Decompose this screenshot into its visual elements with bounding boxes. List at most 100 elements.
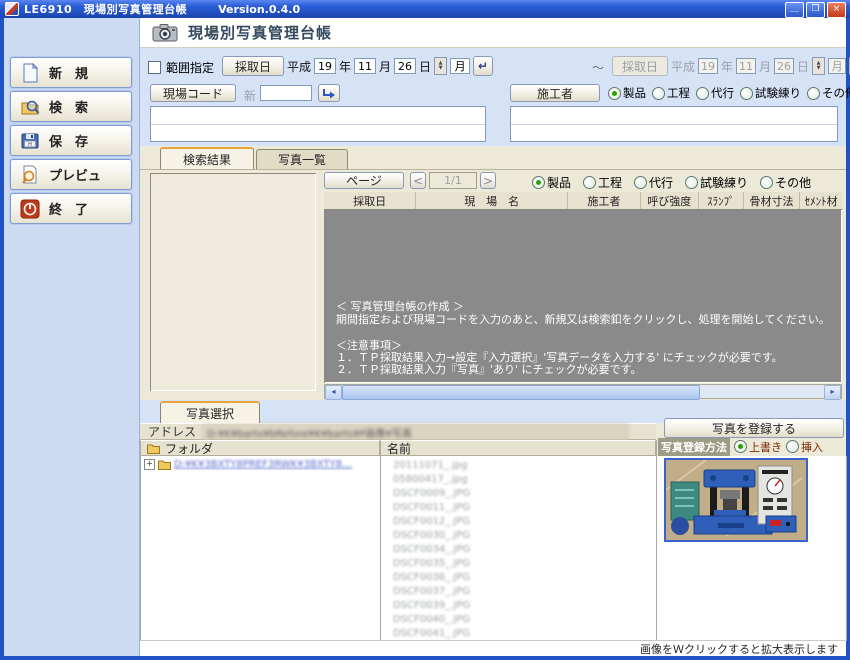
tilde-label: ～ xyxy=(592,59,604,76)
site-code-input[interactable] xyxy=(260,85,312,101)
file-row[interactable]: DSCF0037_.JPG xyxy=(393,585,657,599)
save-button[interactable]: H 保 存 xyxy=(10,125,132,156)
file-row[interactable]: DSCF0040_.JPG xyxy=(393,613,657,627)
note-2: ２．ＴＰ採取結果入力『写真』'あり' にチェックが必要です。 xyxy=(336,364,641,376)
method-overwrite[interactable]: 上書き xyxy=(734,439,782,455)
site-code-button[interactable]: 現場コード xyxy=(150,84,236,102)
horizontal-scrollbar[interactable]: ◂ ▸ xyxy=(324,384,842,399)
col-sample-date: 採取日 xyxy=(324,192,416,209)
results-category-product[interactable]: 製品 xyxy=(532,174,571,191)
method-insert[interactable]: 挿入 xyxy=(786,439,823,455)
radio-icon xyxy=(734,440,747,453)
year-to-input xyxy=(698,58,718,74)
page-next-button[interactable]: > xyxy=(480,172,496,189)
results-category-process[interactable]: 工程 xyxy=(583,174,622,191)
file-row[interactable]: 05800417_.jpg xyxy=(393,473,657,487)
col-contractor: 施工者 xyxy=(568,192,640,209)
month-unit: 月 xyxy=(379,58,391,75)
era-label: 平成 xyxy=(287,58,311,75)
contractor-button[interactable]: 施工者 xyxy=(510,84,600,102)
file-row[interactable]: DSCF0034_.JPG xyxy=(393,543,657,557)
close-button[interactable]: × xyxy=(827,2,846,18)
weekday-input[interactable] xyxy=(450,58,470,74)
minimize-button[interactable]: ＿ xyxy=(785,2,804,18)
filter-category-trial[interactable]: 試験練り xyxy=(740,85,801,101)
file-row[interactable]: DSCF0030_.JPG xyxy=(393,529,657,543)
date-enter-button[interactable]: ↵ xyxy=(473,56,493,76)
folder-tree-panel[interactable]: + D:¥K¥3BXTY8PREF3RWK¥3BXTY8… xyxy=(140,456,382,641)
radio-label: 上書き xyxy=(749,439,782,455)
file-row[interactable]: DSCF0036_.JPG xyxy=(393,571,657,585)
filter-category-product[interactable]: 製品 xyxy=(608,85,646,101)
field-divider xyxy=(511,124,837,125)
tab-photo-select[interactable]: 写真選択 xyxy=(160,401,260,423)
page-button[interactable]: ページ xyxy=(324,172,404,189)
tree-expander-icon[interactable]: + xyxy=(144,459,155,470)
preview-button-label: プレビュ xyxy=(49,165,101,184)
tab-search-results[interactable]: 検索結果 xyxy=(160,147,254,169)
results-category-other[interactable]: その他 xyxy=(760,174,811,191)
radio-label: 工程 xyxy=(598,174,622,191)
scroll-left-icon[interactable]: ◂ xyxy=(325,385,342,400)
folder-header-label: フォルダ xyxy=(165,440,213,457)
year-input[interactable] xyxy=(314,58,336,74)
file-row[interactable]: DSCF0012_.JPG xyxy=(393,515,657,529)
filter-category-process[interactable]: 工程 xyxy=(652,85,690,101)
site-code-lookup-button[interactable] xyxy=(318,84,340,102)
radio-label: 挿入 xyxy=(801,439,823,455)
search-button-label: 検 索 xyxy=(49,97,88,116)
photo-thumbnail[interactable] xyxy=(664,458,808,542)
month-to-input xyxy=(736,58,756,74)
search-folder-icon xyxy=(20,97,40,117)
contractor-field-right[interactable] xyxy=(510,106,838,142)
filter-category-other[interactable]: その他 xyxy=(807,85,850,101)
radio-icon xyxy=(532,176,545,189)
filter-category-agency[interactable]: 代行 xyxy=(696,85,734,101)
tab-photo-list[interactable]: 写真一覧 xyxy=(256,149,348,169)
file-row[interactable]: DSCF0011_.JPG xyxy=(393,501,657,515)
results-category-trial[interactable]: 試験練り xyxy=(685,174,748,191)
file-row[interactable]: DSCF0035_.JPG xyxy=(393,557,657,571)
radio-label: 工程 xyxy=(667,85,690,101)
month-input[interactable] xyxy=(354,58,376,74)
results-section: 検索結果 写真一覧 ページ < 1/1 > 製品 工程 代行 試験練り その他 … xyxy=(140,146,846,400)
preview-button[interactable]: プレビュ xyxy=(10,159,132,190)
site-name-field-left[interactable] xyxy=(150,106,486,142)
day-spinner[interactable]: ▲▼ xyxy=(434,57,447,75)
app-window: LE6910 現場別写真管理台帳 Version.0.4.0 ＿ ❐ × 新 規… xyxy=(0,0,850,660)
range-checkbox[interactable] xyxy=(148,61,161,74)
sample-date-button[interactable]: 採取日 xyxy=(222,56,284,76)
title-bar[interactable]: LE6910 現場別写真管理台帳 Version.0.4.0 ＿ ❐ × xyxy=(0,0,850,18)
new-flag-label: 新 xyxy=(244,87,256,104)
scroll-right-icon[interactable]: ▸ xyxy=(824,385,841,400)
search-button[interactable]: 検 索 xyxy=(10,91,132,122)
page-prev-button[interactable]: < xyxy=(410,172,426,189)
weekday-to-input xyxy=(828,58,846,74)
exit-button[interactable]: 終 了 xyxy=(10,193,132,224)
file-row[interactable]: DSCF0039_.JPG xyxy=(393,599,657,613)
results-category-agency[interactable]: 代行 xyxy=(634,174,673,191)
new-button[interactable]: 新 規 xyxy=(10,57,132,88)
day-input[interactable] xyxy=(394,58,416,74)
file-row[interactable]: DSCF0041_.JPG xyxy=(393,627,657,641)
folder-tree-item[interactable]: + D:¥K¥3BXTY8PREF3RWK¥3BXTY8… xyxy=(141,456,381,470)
file-row[interactable]: 20111071_.jpg xyxy=(393,459,657,473)
column-divider xyxy=(656,440,657,640)
site-list-box[interactable] xyxy=(150,173,316,391)
page-header: 現場別写真管理台帳 xyxy=(140,18,846,48)
name-column-header[interactable]: 名前 xyxy=(380,440,656,456)
radio-icon xyxy=(652,87,665,100)
maximize-button[interactable]: ❐ xyxy=(806,2,825,18)
scrollbar-thumb[interactable] xyxy=(342,385,700,400)
folder-column-header[interactable]: フォルダ xyxy=(140,440,380,456)
photo-section: 写真選択 アドレス D:¥K¥barts¥bRefore¥K¥barts¥P画像… xyxy=(140,400,846,656)
folder-tree-label: D:¥K¥3BXTY8PREF3RWK¥3BXTY8… xyxy=(174,459,352,470)
register-method-row: 写真登録方法 上書き 挿入 xyxy=(658,438,844,455)
col-cement: ｾﾒﾝﾄ材 xyxy=(800,192,842,209)
exit-icon xyxy=(20,199,40,219)
file-list-panel[interactable]: 20111071_.jpg 05800417_.jpg DSCF0009_.JP… xyxy=(380,456,658,641)
register-photo-button[interactable]: 写真を登録する xyxy=(664,418,844,438)
col-aggregate: 骨材寸法 xyxy=(744,192,801,209)
range-checkbox-label: 範囲指定 xyxy=(166,59,214,76)
file-row[interactable]: DSCF0009_.JPG xyxy=(393,487,657,501)
